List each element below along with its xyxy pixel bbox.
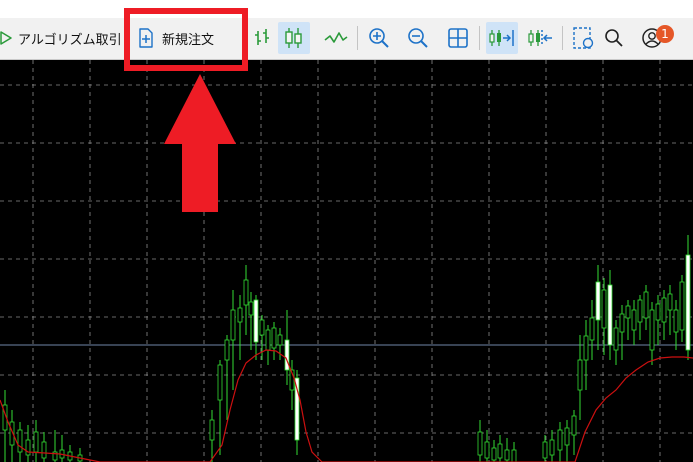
zoom-in-button[interactable] [363, 22, 395, 54]
chart-shift-button[interactable] [525, 22, 557, 54]
grid-icon [448, 28, 468, 48]
zoom-in-icon [369, 28, 389, 48]
annotation-arrow [164, 74, 236, 212]
main-toolbar: アルゴリズム取引 新規注文 1 [0, 18, 693, 60]
bar-chart-button[interactable] [246, 22, 278, 54]
zoom-out-icon [408, 28, 428, 48]
bar-chart-icon [255, 29, 269, 45]
screenshot-button[interactable] [567, 22, 599, 54]
play-icon [0, 31, 12, 45]
candlestick-chart-button[interactable] [278, 22, 310, 54]
algo-trading-label: アルゴリズム取引 [18, 32, 122, 48]
highlight-box [124, 8, 248, 71]
notification-badge[interactable]: 1 [656, 25, 674, 43]
price-chart[interactable] [0, 60, 693, 462]
toolbar-separator [562, 26, 563, 50]
search-button[interactable] [598, 22, 630, 54]
zoom-out-button[interactable] [402, 22, 434, 54]
toolbar-separator [357, 26, 358, 50]
toolbar-separator [479, 26, 480, 50]
line-chart-button[interactable] [320, 22, 352, 54]
algo-trading-button[interactable]: アルゴリズム取引 [0, 22, 125, 54]
auto-scroll-icon [489, 30, 514, 46]
window-top-strip [0, 0, 693, 18]
chart-background [0, 60, 693, 462]
screenshot-icon [573, 27, 594, 49]
line-chart-icon [324, 32, 348, 43]
chart-shift-icon [528, 30, 552, 46]
auto-scroll-button[interactable] [486, 22, 518, 54]
candlestick-icon [285, 28, 302, 48]
tile-windows-button[interactable] [442, 22, 474, 54]
search-icon [605, 29, 623, 47]
